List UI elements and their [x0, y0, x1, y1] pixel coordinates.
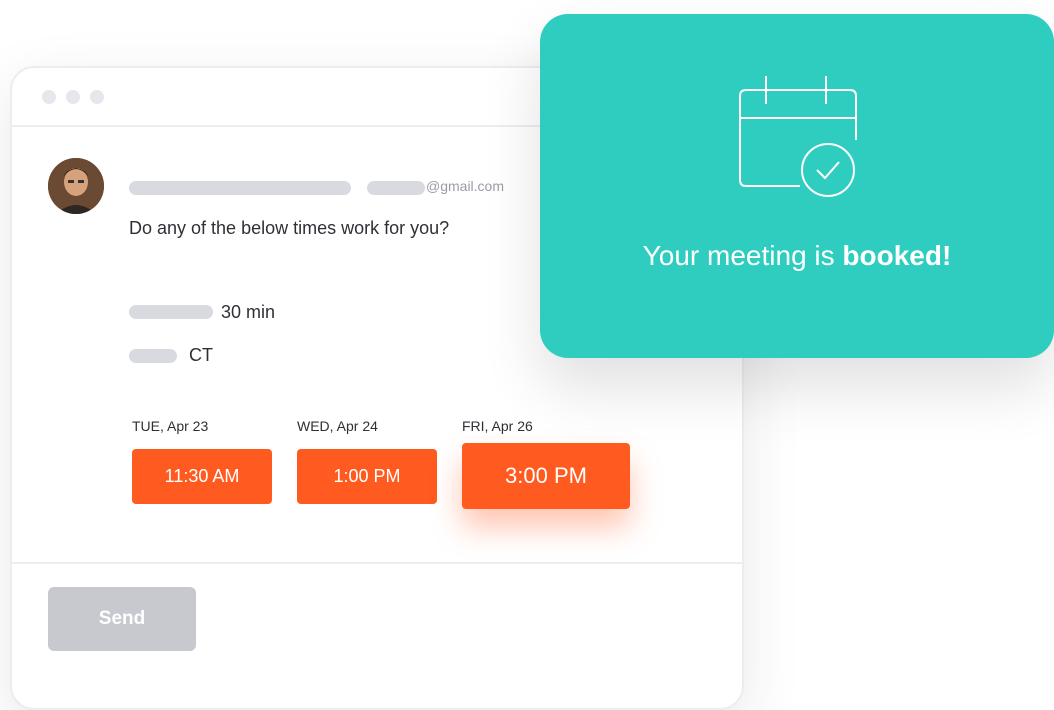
avatar — [48, 158, 104, 214]
sender-name-placeholder — [129, 181, 351, 195]
confirmation-text-prefix: Your meeting is — [642, 240, 843, 271]
time-slot-button-selected[interactable]: 3:00 PM — [462, 443, 630, 509]
booking-confirmation-text: Your meeting is booked! — [540, 240, 1054, 272]
window-dot-icon[interactable] — [66, 90, 80, 104]
divider — [12, 562, 742, 564]
timezone-value: CT — [189, 345, 213, 365]
send-button[interactable]: Send — [48, 587, 196, 651]
slot-day-label: WED, Apr 24 — [297, 418, 378, 434]
time-slot-button[interactable]: 1:00 PM — [297, 449, 437, 504]
window-dot-icon[interactable] — [90, 90, 104, 104]
duration-label-placeholder — [129, 305, 213, 319]
window-dot-icon[interactable] — [42, 90, 56, 104]
message-question: Do any of the below times work for you? — [129, 218, 450, 238]
duration-value: 30 min — [221, 302, 276, 322]
calendar-check-icon — [739, 76, 857, 197]
booking-confirmation-card: Your meeting is booked! — [540, 14, 1054, 358]
email-user-placeholder — [367, 181, 425, 195]
timezone-label-placeholder — [129, 349, 177, 363]
time-slot-button[interactable]: 11:30 AM — [132, 449, 272, 504]
email-domain: @gmail.com — [426, 178, 505, 194]
confirmation-text-bold: booked! — [842, 240, 952, 271]
slot-day-label: FRI, Apr 26 — [462, 418, 533, 434]
slot-day-label: TUE, Apr 23 — [132, 418, 209, 434]
